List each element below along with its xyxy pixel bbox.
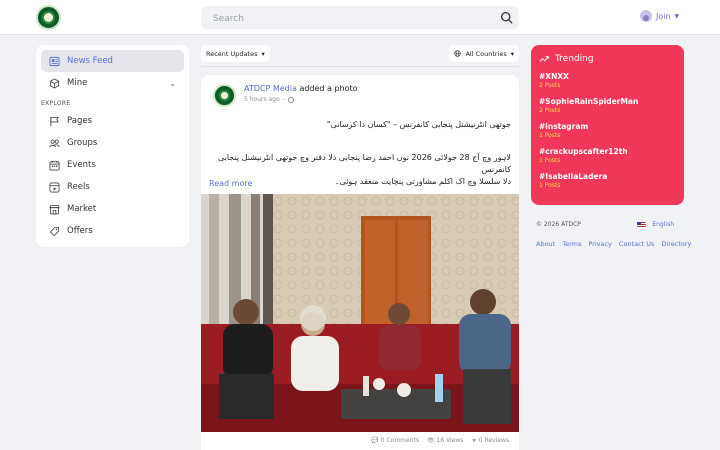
footer-link-directory[interactable]: Directory — [661, 240, 691, 248]
trending-tag[interactable]: #SophieRainSpiderMan — [539, 97, 676, 106]
globe-icon — [454, 50, 462, 57]
post-meta: 5 hours ago - — [244, 96, 294, 103]
search-icon[interactable] — [500, 11, 513, 24]
explore-heading: EXPLORE — [41, 100, 71, 107]
footer-link-terms[interactable]: Terms — [562, 240, 581, 248]
search-bar — [201, 6, 519, 31]
flag-icon — [50, 116, 59, 126]
post-text-line-3: دلا سلسلا وچ اک اکلم مشاورتی پنچایت منعق… — [334, 177, 511, 186]
country-label: All Countries — [465, 49, 507, 58]
trending-item[interactable]: #IsabellaLadera 1 Posts — [539, 172, 676, 197]
sidebar-item-label: Pages — [67, 116, 93, 126]
tag-icon — [49, 226, 60, 236]
sidebar-item-reels[interactable]: Reels — [41, 176, 184, 198]
sidebar-item-label: Mine — [67, 78, 88, 88]
sort-label: Recent Updates — [206, 49, 258, 58]
trending-tag[interactable]: #crackupscafter12th — [539, 147, 676, 156]
user-avatar-icon — [640, 10, 652, 22]
feed-divider — [201, 66, 519, 67]
top-header: Join ▼ — [0, 0, 720, 35]
trending-panel: Trending #XNXX 2 Posts #SophieRainSpider… — [531, 45, 684, 205]
footer-links: About Terms Privacy Contact Us Directory — [536, 240, 691, 248]
post-header: ATDCP Media added a photo — [244, 84, 358, 93]
post-card: ATDCP Media added a photo 5 hours ago - … — [201, 75, 519, 450]
sidebar-item-label: Groups — [67, 138, 98, 148]
post-stats: 💬 0 Comments 👁 16 Views ★ 0 Reviews — [201, 437, 519, 449]
footer-copyright-row: © 2026 ATDCP English — [536, 221, 684, 228]
views-stat: 👁 16 Views — [427, 437, 464, 444]
trending-tag[interactable]: #IsabellaLadera — [539, 172, 676, 181]
post-author-link[interactable]: ATDCP Media — [244, 84, 297, 93]
sidebar-item-market[interactable]: Market — [41, 198, 184, 220]
trending-item[interactable]: #XNXX 2 Posts — [539, 72, 676, 97]
post-photo[interactable] — [201, 194, 519, 432]
chevron-down-icon: ▾ — [261, 49, 265, 58]
news-feed-icon — [49, 56, 60, 66]
trending-tag[interactable]: #XNXX — [539, 72, 676, 81]
chevron-down-icon: ▾ — [510, 49, 514, 58]
post-photo-image — [201, 194, 519, 432]
trending-title: Trending — [555, 54, 594, 64]
sidebar-item-offers[interactable]: Offers — [41, 220, 184, 242]
sidebar-item-mine[interactable]: Mine ⌄ — [41, 72, 184, 94]
post-time: 5 hours ago — [244, 96, 280, 103]
comments-stat[interactable]: 💬 0 Comments — [371, 437, 419, 449]
post-author-avatar[interactable] — [213, 84, 236, 107]
reviews-count: 0 Reviews — [478, 437, 509, 444]
left-sidebar: News Feed Mine ⌄ EXPLORE Pages Groups Ev… — [36, 45, 189, 247]
footer-link-contact[interactable]: Contact Us — [619, 240, 655, 248]
chevron-down-icon[interactable]: ⌄ — [169, 79, 176, 88]
us-flag-icon — [637, 221, 647, 228]
language-selector[interactable]: English — [637, 221, 674, 228]
sidebar-item-label: Offers — [67, 226, 93, 236]
post-text-paragraph: لاہور وچ آج 28 جولائی 2026 نوں احمد رضا … — [209, 152, 511, 188]
trending-count: 2 Posts — [539, 82, 561, 89]
market-icon — [49, 204, 60, 214]
sidebar-item-label: Market — [67, 204, 97, 214]
cube-icon — [49, 77, 60, 89]
trending-tag[interactable]: #instagram — [539, 122, 676, 131]
trending-item[interactable]: #instagram 1 Posts — [539, 122, 676, 147]
sidebar-item-label: Events — [67, 160, 96, 170]
post-text-line-2: لاہور وچ آج 28 جولائی 2026 نوں احمد رضا … — [217, 153, 511, 174]
sidebar-item-label: Reels — [67, 182, 90, 192]
calendar-icon — [49, 160, 60, 170]
sidebar-item-label: News Feed — [67, 56, 113, 66]
globe-icon — [287, 96, 294, 103]
join-label: Join — [656, 11, 671, 21]
sort-dropdown[interactable]: Recent Updates ▾ — [201, 45, 270, 62]
site-logo[interactable] — [36, 5, 61, 30]
footer-link-privacy[interactable]: Privacy — [588, 240, 612, 248]
feed-controls: Recent Updates ▾ All Countries ▾ — [201, 45, 519, 62]
search-input[interactable] — [201, 7, 481, 31]
country-dropdown[interactable]: All Countries ▾ — [449, 45, 519, 62]
language-label: English — [652, 221, 674, 228]
trending-count: 1 Posts — [539, 132, 561, 139]
join-menu[interactable]: Join ▼ — [640, 10, 679, 22]
trending-item[interactable]: #crackupscafter12th 1 Posts — [539, 147, 676, 172]
copyright-text: © 2026 ATDCP — [536, 221, 581, 228]
trending-count: 1 Posts — [539, 157, 561, 164]
trending-icon — [539, 56, 549, 62]
groups-icon — [49, 139, 60, 147]
sidebar-item-events[interactable]: Events — [41, 154, 184, 176]
trending-count: 1 Posts — [539, 182, 561, 189]
post-action-text: added a photo — [299, 84, 358, 93]
reels-icon — [49, 182, 60, 192]
reviews-stat[interactable]: ★ 0 Reviews — [471, 437, 509, 449]
trending-count: 2 Posts — [539, 107, 561, 114]
read-more-link[interactable]: Read more — [209, 179, 252, 188]
sidebar-item-groups[interactable]: Groups — [41, 132, 184, 154]
sidebar-item-pages[interactable]: Pages — [41, 110, 184, 132]
views-count: 16 Views — [436, 437, 464, 444]
footer-link-about[interactable]: About — [536, 240, 555, 248]
trending-header: Trending — [539, 54, 676, 64]
post-text-line-1: جوتھی انٹرنیشنل پنجابی کانفرنس – "کسان د… — [326, 120, 511, 129]
sidebar-item-news-feed[interactable]: News Feed — [41, 50, 184, 72]
comments-count: 0 Comments — [380, 437, 419, 444]
chevron-down-icon: ▼ — [674, 12, 680, 20]
trending-item[interactable]: #SophieRainSpiderMan 2 Posts — [539, 97, 676, 122]
